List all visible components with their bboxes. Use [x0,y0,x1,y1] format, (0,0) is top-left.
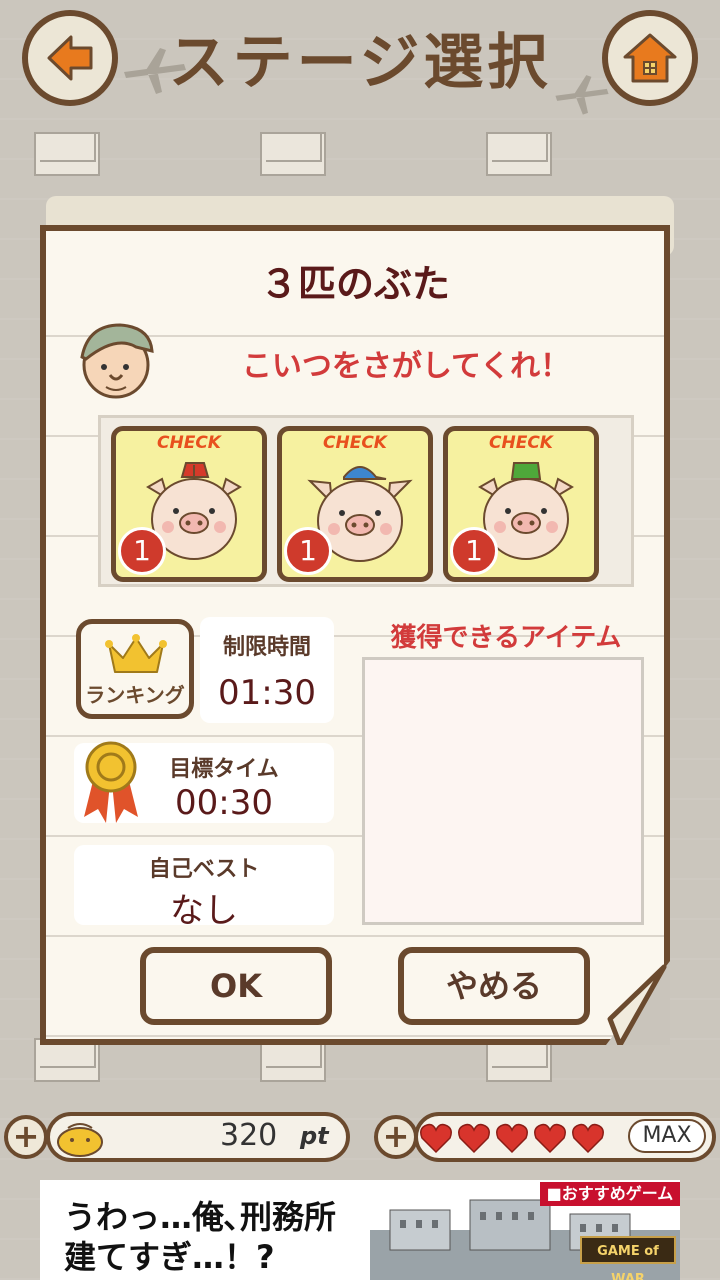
ad-logo: GAME of WAR [580,1236,676,1280]
time-limit-label: 制限時間 [222,635,311,660]
envelope-icon [34,132,100,176]
add-points-button[interactable]: + [4,1115,48,1159]
items-label: 獲得できるアイテム [390,623,622,653]
target-card[interactable]: CHECK 1 [111,426,267,582]
stage-dialog: ３匹のぶた こいつをさがしてくれ！ CHECK 1 CHECK 1 CHECK … [40,225,670,1045]
ranking-button[interactable]: ランキング [76,619,194,719]
hearts-pill: MAX [414,1112,716,1162]
ad-badge: ■おすすめゲーム [540,1182,680,1206]
hearts-status: MAX [628,1119,706,1153]
time-limit-panel: 制限時間 01:30 [200,617,334,723]
detective-avatar-icon [80,323,154,399]
count-badge: 1 [284,527,332,575]
crown-icon [105,634,167,673]
best-time-label: 自己ベスト [148,857,260,882]
coin-purse-icon [57,1123,103,1157]
check-label: CHECK [323,433,387,453]
back-button[interactable] [22,10,118,106]
cancel-button[interactable]: やめる [398,947,590,1025]
goal-time-value: 00:30 [175,783,273,823]
points-pill: 320 pt [46,1112,350,1162]
goal-time-label: 目標タイム [169,757,279,782]
arrow-left-icon [47,35,93,81]
stage-title: ３匹のぶた [259,262,450,306]
target-list: CHECK 1 CHECK 1 CHECK 1 [98,415,634,587]
items-box [362,657,644,925]
count-badge: 1 [450,527,498,575]
airplane-icon [555,75,609,115]
add-hearts-button[interactable]: + [374,1115,418,1159]
check-label: CHECK [157,433,221,453]
home-button[interactable] [602,10,698,106]
time-limit-value: 01:30 [218,673,316,713]
points-value: 320 [220,1118,278,1153]
home-icon [623,33,677,83]
count-badge: 1 [118,527,166,575]
ranking-label: ランキング [85,683,185,707]
page-title: ステージ選択 [168,28,552,98]
best-time-panel: 自己ベスト なし [74,845,334,931]
points-unit: pt [300,1122,329,1150]
hearts-icon [420,1123,604,1154]
envelope-icon [486,132,552,176]
top-bar: ステージ選択 [0,0,720,130]
page-curl-icon [606,961,670,1045]
check-label: CHECK [489,433,553,453]
target-card[interactable]: CHECK 1 [277,426,433,582]
ad-banner[interactable]: うわっ…俺､刑務所 建てすぎ…！? ■おすすめゲーム GAME of WAR [40,1180,680,1280]
ok-button[interactable]: OK [140,947,332,1025]
ad-headline-line2: 建てすぎ…！? [64,1238,275,1276]
goal-time-panel: 目標タイム 00:30 [74,741,334,823]
best-time-value: なし [170,891,238,931]
target-card[interactable]: CHECK 1 [443,426,599,582]
request-text: こいつをさがしてくれ！ [241,349,571,384]
envelope-icon [260,132,326,176]
